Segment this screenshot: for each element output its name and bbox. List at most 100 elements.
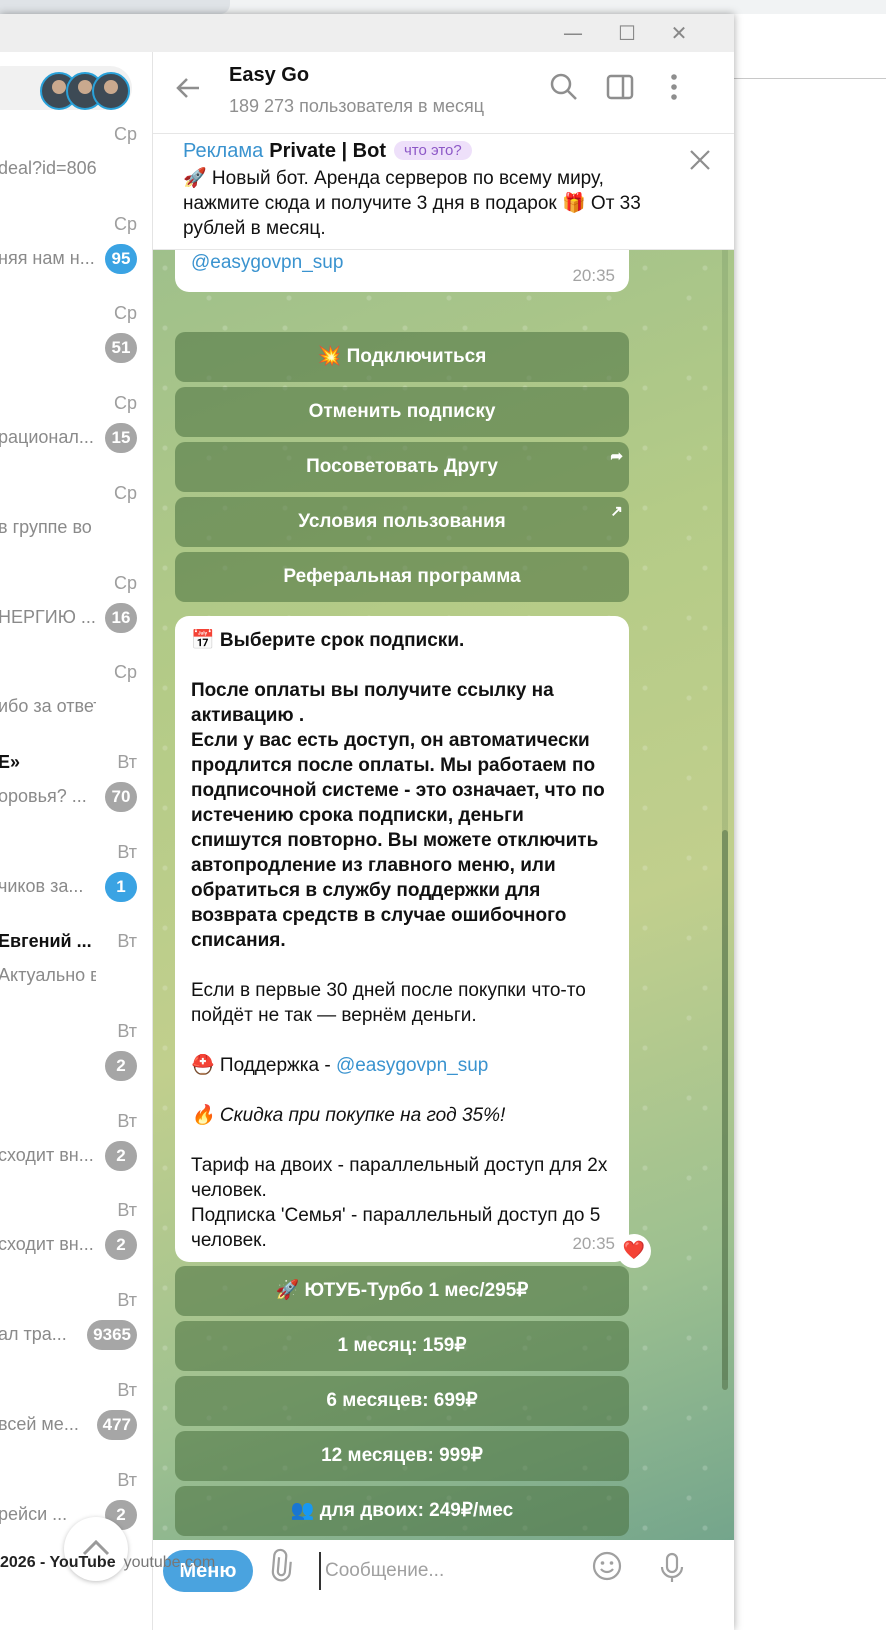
discount-line: 🔥 Скидка при покупке на год 35%! bbox=[191, 1105, 506, 1126]
chat-list-item[interactable]: Вт Евгений ... Актуально в ... bbox=[0, 925, 152, 1018]
chat-list-item[interactable]: Вт Е» оровья? ... 70 bbox=[0, 746, 152, 839]
chat-title[interactable]: Easy Go bbox=[229, 64, 309, 87]
chat-list-item[interactable]: Ср рационал... 15 bbox=[0, 387, 152, 480]
chat-date: Ср bbox=[113, 572, 137, 593]
browser-bottom-bar: 2026 - YouTube youtube.com bbox=[0, 1554, 600, 1574]
sidebar-toggle-icon[interactable] bbox=[605, 72, 641, 108]
share-arrow-icon: ➦ bbox=[610, 448, 623, 465]
title-bar: — ☐ ✕ bbox=[0, 14, 734, 52]
unread-badge: 9365 bbox=[87, 1320, 137, 1351]
keyboard-button-terms[interactable]: Условия пользования ↗ bbox=[175, 497, 629, 547]
chat-date: Вт bbox=[117, 1110, 137, 1131]
chat-preview: ибо за ответ. ... bbox=[0, 696, 96, 717]
support-link[interactable]: @easygovpn_sup bbox=[336, 1055, 488, 1076]
chat-list-item[interactable]: Вт сходит вн... 2 bbox=[0, 1194, 152, 1287]
message-paragraph: Подписка 'Семья' - параллельный доступ д… bbox=[191, 1205, 601, 1251]
subscription-message-bubble: 📅 Выберите срок подписки. После оплаты в… bbox=[175, 616, 629, 1262]
heart-reaction[interactable]: ❤️ bbox=[617, 1234, 651, 1268]
chat-preview: чиков за... bbox=[0, 875, 84, 896]
messages-area[interactable]: @easygovpn_sup 20:35 💥 Подключиться Отме… bbox=[153, 250, 734, 1540]
chat-list-item[interactable]: Ср deal?id=80690... bbox=[0, 118, 152, 211]
browser-tab[interactable] bbox=[0, 0, 230, 14]
keyboard-button-1-month[interactable]: 1 месяц: 159₽ bbox=[175, 1321, 629, 1371]
ad-what-badge[interactable]: что это? bbox=[393, 141, 472, 160]
keyboard-button-12-months[interactable]: 12 месяцев: 999₽ bbox=[175, 1431, 629, 1481]
message-time: 20:35 bbox=[572, 266, 615, 285]
background-divider bbox=[734, 78, 886, 79]
keyboard-button-youtube-turbo[interactable]: 🚀 ЮТУБ-Турбо 1 мес/295₽ bbox=[175, 1266, 629, 1316]
chat-date: Вт bbox=[117, 751, 137, 772]
youtube-title[interactable]: 2026 - YouTube bbox=[0, 1554, 116, 1571]
ad-label: Реклама bbox=[183, 140, 264, 162]
chat-header: Easy Go 189 273 пользователя в месяц bbox=[153, 52, 734, 134]
chat-list-item[interactable]: Ср 51 bbox=[0, 297, 152, 390]
minimize-button[interactable]: — bbox=[548, 14, 598, 52]
avatar[interactable] bbox=[92, 72, 130, 110]
chat-preview: в группе во ... bbox=[0, 516, 96, 537]
unread-badge: 15 bbox=[105, 423, 137, 454]
chat-name: Евгений ... bbox=[0, 931, 92, 952]
close-icon[interactable] bbox=[688, 146, 712, 180]
chat-panel: Easy Go 189 273 пользователя в месяц Рек… bbox=[153, 52, 734, 1630]
unread-badge: 2 bbox=[105, 1140, 137, 1171]
unread-badge: 70 bbox=[105, 781, 137, 812]
search-icon[interactable] bbox=[549, 72, 585, 108]
keyboard-button-6-months[interactable]: 6 месяцев: 699₽ bbox=[175, 1376, 629, 1426]
ad-text[interactable]: 🚀 Новый бот. Аренда серверов по всему ми… bbox=[183, 166, 683, 241]
chat-date: Вт bbox=[117, 841, 137, 862]
keyboard-button-recommend[interactable]: Посоветовать Другу ➦ bbox=[175, 442, 629, 492]
maximize-button[interactable]: ☐ bbox=[602, 14, 652, 52]
chat-date: Вт bbox=[117, 1379, 137, 1400]
chat-subtitle: 189 273 пользователя в месяц bbox=[229, 96, 485, 116]
chat-preview: Актуально в ... bbox=[0, 965, 96, 986]
close-window-button[interactable]: ✕ bbox=[654, 14, 704, 52]
chat-date: Вт bbox=[117, 1021, 137, 1041]
chat-preview: сходит вн... bbox=[0, 1234, 94, 1255]
microphone-icon[interactable] bbox=[657, 1552, 687, 1592]
chat-list-item[interactable]: Ср НЕРГИЮ ... 16 bbox=[0, 567, 152, 660]
youtube-domain: youtube.com bbox=[123, 1554, 216, 1571]
chat-date: Вт bbox=[117, 1290, 137, 1311]
chat-date: Вт bbox=[117, 931, 137, 952]
chat-preview: няя нам н... bbox=[0, 247, 95, 268]
scrollbar-thumb[interactable] bbox=[722, 830, 728, 1390]
keyboard-button-referral[interactable]: Реферальная программа bbox=[175, 552, 629, 602]
chat-date: Ср bbox=[113, 303, 137, 324]
chat-preview: ал тра... bbox=[0, 1324, 67, 1345]
chat-list-item[interactable]: Вт ал тра... 9365 bbox=[0, 1284, 152, 1377]
chat-list-item[interactable]: Ср ибо за ответ. ... bbox=[0, 656, 152, 749]
back-arrow-icon[interactable] bbox=[173, 72, 203, 112]
unread-badge: 16 bbox=[105, 602, 137, 633]
chat-preview: рационал... bbox=[0, 427, 94, 448]
chat-preview: deal?id=80690... bbox=[0, 158, 96, 178]
sponsored-message[interactable]: Реклама Private | Bot что это? 🚀 Новый бот… bbox=[153, 134, 734, 250]
message-paragraph: Тариф на двоих - параллельный доступ для… bbox=[191, 1155, 608, 1201]
chat-preview: сходит вн... bbox=[0, 1144, 94, 1165]
chat-date: Ср bbox=[113, 482, 137, 503]
message-paragraph: Если у вас есть доступ, он автоматически… bbox=[191, 730, 605, 951]
chat-date: Вт bbox=[117, 1469, 137, 1490]
keyboard-button-connect[interactable]: 💥 Подключиться bbox=[175, 332, 629, 382]
chat-name: Е» bbox=[0, 751, 21, 772]
chat-list-item[interactable]: Ср няя нам н... 95 bbox=[0, 208, 152, 301]
chat-list-item[interactable]: Вт всей ме... 477 bbox=[0, 1374, 152, 1467]
unread-badge: 51 bbox=[105, 333, 137, 364]
chat-list-item[interactable]: Ср в группе во ... bbox=[0, 477, 152, 570]
chat-list-item[interactable]: Вт чиков за... 1 bbox=[0, 836, 152, 929]
unread-badge: 2 bbox=[105, 1051, 137, 1081]
ad-header: Реклама Private | Bot что это? bbox=[183, 140, 472, 163]
unread-badge: 1 bbox=[105, 871, 137, 902]
chat-list-item[interactable]: Вт 2 bbox=[0, 1015, 152, 1108]
support-link[interactable]: @easygovpn_sup bbox=[191, 252, 343, 274]
chat-date: Ср bbox=[113, 213, 137, 234]
more-vertical-icon[interactable] bbox=[659, 72, 695, 108]
chat-preview: НЕРГИЮ ... bbox=[0, 606, 96, 627]
keyboard-button-cancel-subscription[interactable]: Отменить подписку bbox=[175, 387, 629, 437]
ad-source[interactable]: Private | Bot bbox=[269, 140, 386, 162]
chat-list-item[interactable]: Вт сходит вн... 2 bbox=[0, 1105, 152, 1198]
keyboard-button-label: Посоветовать Другу bbox=[306, 456, 498, 477]
unread-badge: 95 bbox=[105, 243, 137, 274]
unread-badge: 477 bbox=[96, 1409, 137, 1440]
keyboard-button-for-two[interactable]: 👥 для двоих: 249₽/мес bbox=[175, 1486, 629, 1536]
telegram-window: — ☐ ✕ Ср deal?id=80690... Ср няя нам н... 95… bbox=[0, 14, 734, 1630]
